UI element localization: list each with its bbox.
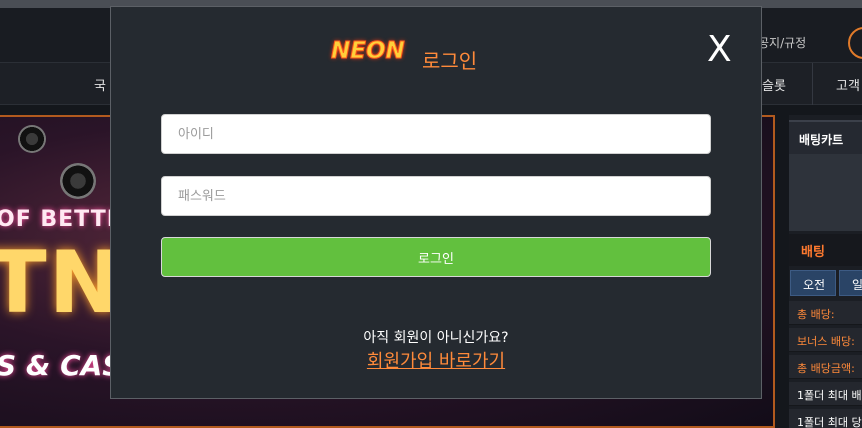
bet-slip-panel: 배팅카트 배팅 오전 일 총 배당: 보너스 배당: 총 배당금액: 1폴더 최… <box>789 115 862 428</box>
bet-limit-row: 1폴더 최대 당 <box>789 409 862 428</box>
nav-divider <box>812 63 813 105</box>
nav-item-sports[interactable]: 국 <box>94 75 106 94</box>
nav-item-slots[interactable]: 슬롯 <box>762 75 786 94</box>
header-circle-button[interactable] <box>848 27 862 59</box>
not-member-text: 아직 회원이 아니신가요? <box>363 330 509 346</box>
username-input[interactable] <box>161 114 711 154</box>
bet-cart-title: 배팅카트 <box>789 120 862 154</box>
bet-tab-am[interactable]: 오전 <box>790 270 836 296</box>
password-input[interactable] <box>161 176 711 216</box>
bet-bonus-odds-row: 보너스 배당: <box>789 328 862 352</box>
bet-section-title: 배팅 <box>789 234 862 266</box>
bet-tab-day[interactable]: 일 <box>839 270 862 296</box>
close-button[interactable]: X <box>707 32 732 68</box>
notice-rules-link[interactable]: 공지/규정 <box>758 34 806 51</box>
login-submit-button[interactable]: 로그인 <box>161 237 711 277</box>
login-title: 로그인 <box>422 49 478 73</box>
neon-logo: NEON <box>331 38 406 65</box>
bet-cart-body <box>789 154 862 231</box>
bet-total-amount-row: 총 배당금액: <box>789 355 862 379</box>
nav-item-support[interactable]: 고객 <box>836 75 860 94</box>
signup-link[interactable]: 회원가입 바로가기 <box>111 347 761 373</box>
login-modal: NEON 로그인 X 로그인 아직 회원이 아니신가요? 회원가입 바로가기 <box>110 6 762 399</box>
bet-limit-row: 1폴더 최대 배 <box>789 382 862 406</box>
bet-total-odds-row: 총 배당: <box>789 301 862 325</box>
